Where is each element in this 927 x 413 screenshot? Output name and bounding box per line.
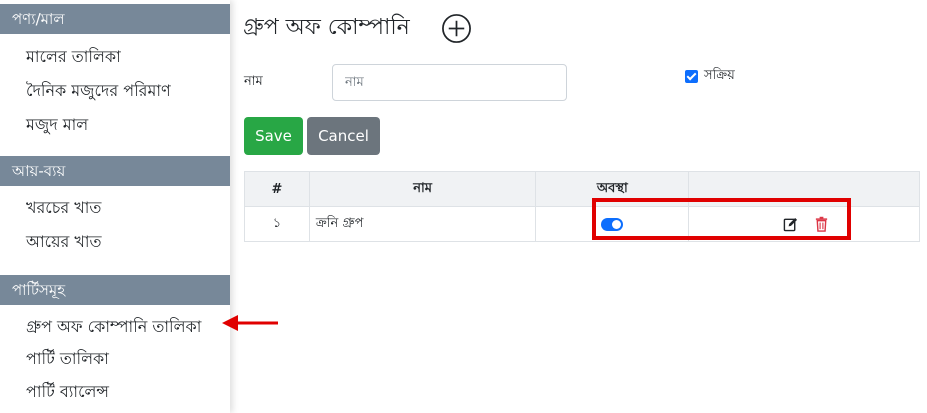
save-button[interactable]: Save [244,117,303,155]
annotation-highlight-box [592,198,851,240]
active-checkbox[interactable] [685,70,698,83]
sidebar-item-daily-stock[interactable]: দৈনিক মজুদের পরিমাণ [26,78,171,105]
cancel-button[interactable]: Cancel [307,117,380,155]
active-checkbox-group[interactable]: সক্রিয় [685,66,735,87]
sidebar-section-products: পণ্য/মাল [0,4,230,34]
row-name: ক্রনি গ্রুপ [308,206,537,242]
active-label: সক্রিয় [704,68,735,83]
sidebar-item-stock[interactable]: মজুদ মাল [26,112,88,139]
row-num: ১ [244,206,310,242]
sidebar-item-income-heads[interactable]: আয়ের খাত [26,229,102,256]
sidebar-item-party-balance[interactable]: পার্টি ব্যালেন্স [26,379,109,406]
plus-circle-icon[interactable] [441,13,472,44]
sidebar-item-product-list[interactable]: মালের তালিকা [26,44,121,71]
sidebar-item-party-list[interactable]: পার্টি তালিকা [26,346,109,373]
name-label: নাম [244,74,263,89]
annotation-arrow-icon [222,315,278,331]
col-header-name: নাম [308,171,537,207]
sidebar-item-group-of-company-list[interactable]: গ্রুপ অফ কোম্পানি তালিকা [26,314,201,341]
sidebar: পণ্য/মাল মালের তালিকা দৈনিক মজুদের পরিমা… [0,0,230,413]
name-input[interactable] [332,64,567,101]
col-header-num: # [244,171,310,207]
page-title: গ্রুপ অফ কোম্পানি [243,15,410,40]
sidebar-section-income-expense: আয়-ব্যয় [0,156,230,186]
sidebar-item-expense-heads[interactable]: খরচের খাত [26,195,101,222]
sidebar-section-parties: পার্টিসমূহ [0,275,230,305]
